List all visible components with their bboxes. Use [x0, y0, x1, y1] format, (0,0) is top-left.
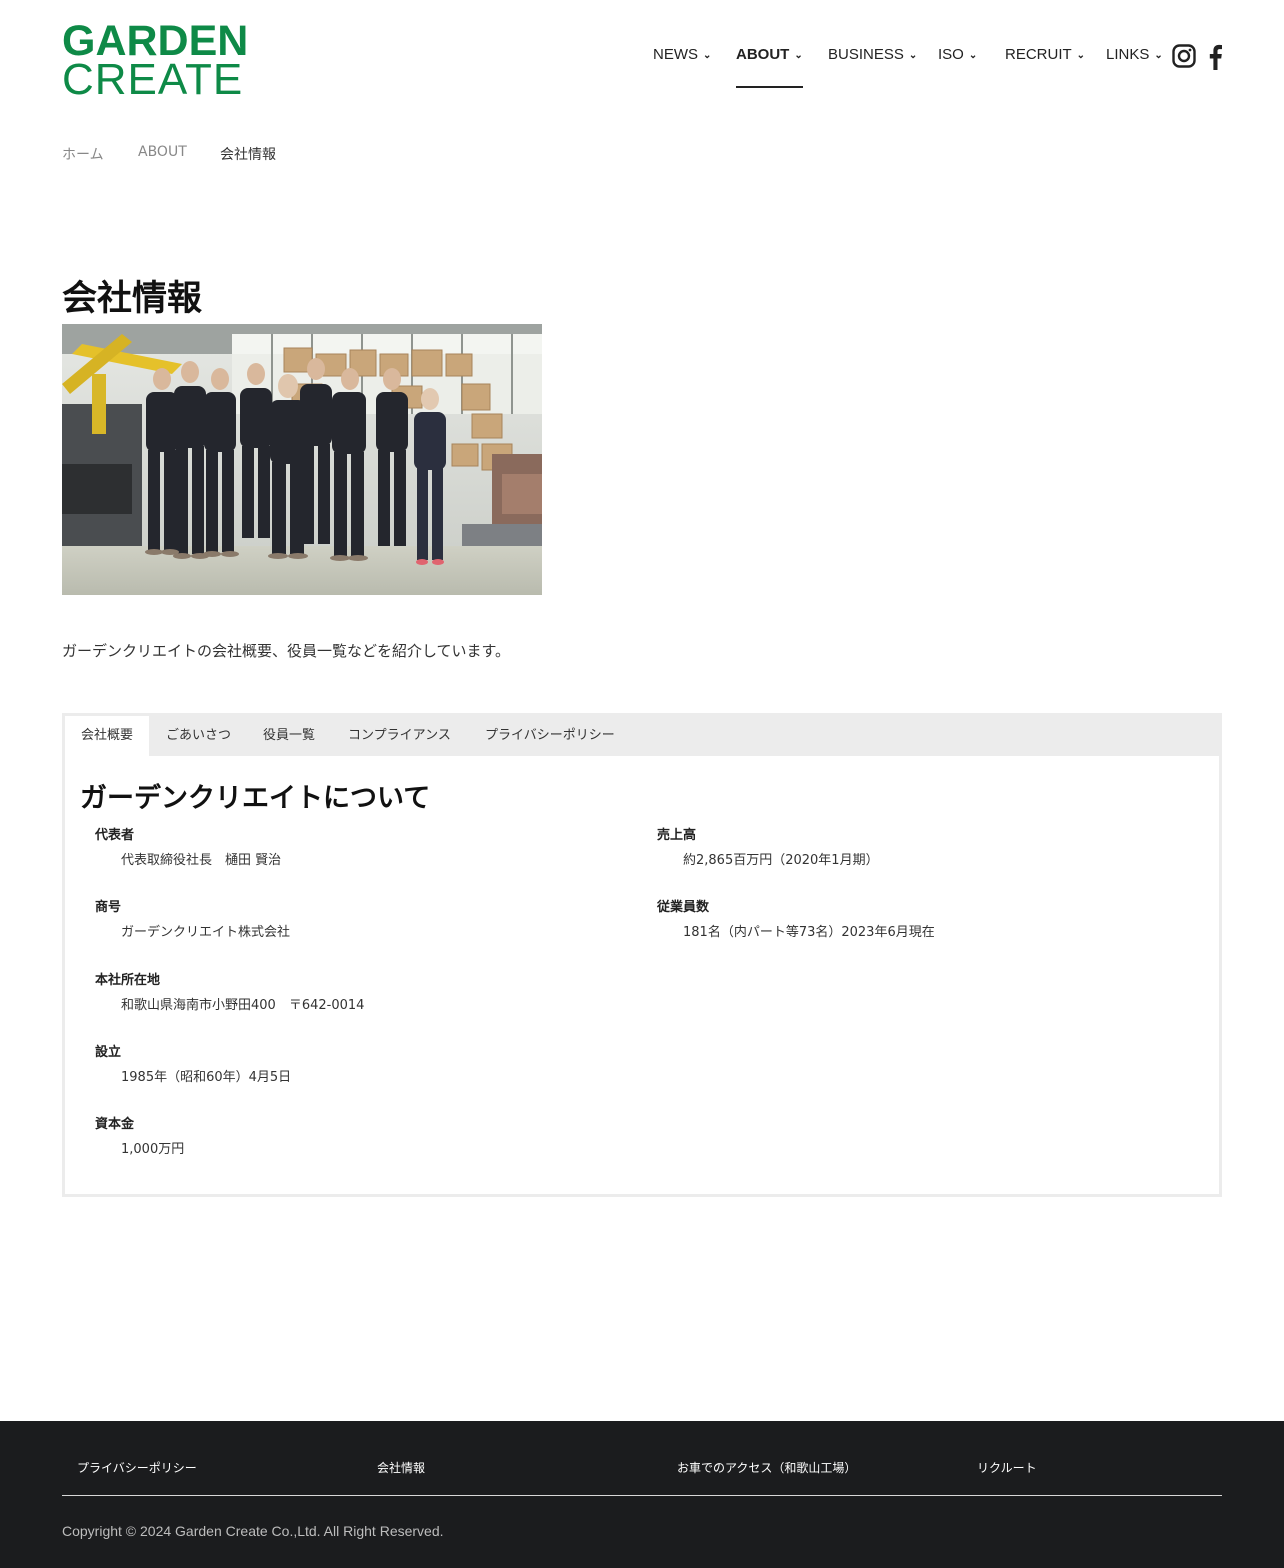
info-term: 本社所在地 — [95, 973, 161, 988]
footer-link-company-info[interactable]: 会社情報 — [377, 1459, 425, 1476]
page-title: 会社情報 — [62, 279, 203, 319]
chevron-down-icon: ⌄ — [968, 50, 978, 61]
info-term: 資本金 — [95, 1117, 135, 1132]
nav-label: BUSINESS — [828, 46, 904, 63]
nav-label: ISO — [938, 46, 964, 63]
breadcrumb-home[interactable]: ホーム — [62, 144, 104, 164]
chevron-down-icon: ⌄ — [1154, 50, 1163, 61]
info-value: 和歌山県海南市小野田400 〒642-0014 — [121, 998, 365, 1013]
footer-link-privacy[interactable]: プライバシーポリシー — [77, 1459, 197, 1476]
info-value: 代表取締役社長 樋田 賢治 — [121, 853, 282, 868]
tab-privacy-policy[interactable]: プライバシーポリシー — [469, 716, 631, 756]
info-trade-name: 商号 ガーデンクリエイト株式会社 — [95, 896, 290, 940]
chevron-down-icon: ⌄ — [794, 50, 803, 61]
tab-greeting[interactable]: ごあいさつ — [150, 716, 247, 756]
info-value: 1,000万円 — [121, 1142, 185, 1157]
nav-item-iso[interactable]: ISO ⌄ — [938, 46, 977, 88]
info-employees: 従業員数 181名（内パート等73名）2023年6月現在 — [657, 896, 935, 940]
info-term: 設立 — [95, 1045, 122, 1060]
footer-link-access[interactable]: お車でのアクセス（和歌山工場） — [677, 1459, 856, 1476]
nav-item-business[interactable]: BUSINESS ⌄ — [828, 46, 917, 88]
info-value: 181名（内パート等73名）2023年6月現在 — [683, 925, 935, 940]
info-representative: 代表者 代表取締役社長 樋田 賢治 — [95, 824, 281, 868]
site-footer: プライバシーポリシー 会社情報 お車でのアクセス（和歌山工場） リクルート Co… — [0, 1421, 1284, 1568]
info-term: 従業員数 — [657, 900, 710, 915]
logo-line-garden: GARDEN — [62, 17, 249, 65]
chevron-down-icon: ⌄ — [703, 50, 712, 61]
copyright: Copyright © 2024 Garden Create Co.,Ltd. … — [62, 1523, 444, 1539]
tab-officers[interactable]: 役員一覧 — [247, 716, 331, 756]
site-header: GARDEN CREATE NEWS ⌄ ABOUT ⌄ BUSINESS ⌄ ISO… — [0, 0, 1284, 120]
nav-label: RECRUIT — [1005, 46, 1072, 63]
breadcrumb-current: 会社情報 — [220, 147, 276, 163]
info-head-office: 本社所在地 和歌山県海南市小野田400 〒642-0014 — [95, 969, 364, 1013]
section-title: ガーデンクリエイトについて — [80, 783, 431, 814]
footer-link-recruit[interactable]: リクルート — [977, 1459, 1037, 1476]
page-intro: ガーデンクリエイトの会社概要、役員一覧などを紹介しています。 — [62, 642, 511, 660]
info-term: 売上高 — [657, 828, 697, 843]
tab-company-overview[interactable]: 会社概要 — [65, 716, 150, 756]
breadcrumb-about[interactable]: ABOUT — [138, 144, 187, 160]
logo-line-create: CREATE — [62, 55, 244, 104]
info-capital: 資本金 1,000万円 — [95, 1113, 184, 1157]
info-value: 約2,865百万円（2020年1月期） — [683, 853, 879, 868]
info-term: 商号 — [95, 900, 122, 915]
nav-label: NEWS — [653, 46, 698, 63]
nav-item-links[interactable]: LINKS ⌄ — [1106, 46, 1163, 88]
company-tabs-panel: 会社概要 ごあいさつ 役員一覧 コンプライアンス プライバシーポリシー ガーデン… — [62, 713, 1222, 1197]
info-value: 1985年（昭和60年）4月5日 — [121, 1070, 292, 1085]
tab-compliance[interactable]: コンプライアンス — [332, 716, 467, 756]
tab-bar: 会社概要 ごあいさつ 役員一覧 コンプライアンス プライバシーポリシー — [65, 716, 1219, 756]
site-logo[interactable]: GARDEN CREATE — [62, 20, 262, 102]
chevron-down-icon: ⌄ — [908, 50, 918, 61]
facebook-icon[interactable] — [1206, 44, 1224, 70]
nav-item-news[interactable]: NEWS ⌄ — [653, 46, 711, 88]
nav-item-recruit[interactable]: RECRUIT ⌄ — [1005, 46, 1085, 88]
info-value: ガーデンクリエイト株式会社 — [121, 925, 291, 940]
chevron-down-icon: ⌄ — [1076, 50, 1086, 61]
instagram-icon[interactable] — [1172, 44, 1196, 68]
footer-divider — [62, 1495, 1222, 1496]
info-sales: 売上高 約2,865百万円（2020年1月期） — [657, 824, 879, 868]
nav-label: LINKS — [1106, 46, 1150, 63]
info-established: 設立 1985年（昭和60年）4月5日 — [95, 1041, 291, 1085]
nav-item-about[interactable]: ABOUT ⌄ — [736, 46, 803, 88]
nav-label: ABOUT — [736, 46, 790, 63]
staff-group-photo — [62, 324, 542, 595]
info-term: 代表者 — [95, 828, 135, 843]
